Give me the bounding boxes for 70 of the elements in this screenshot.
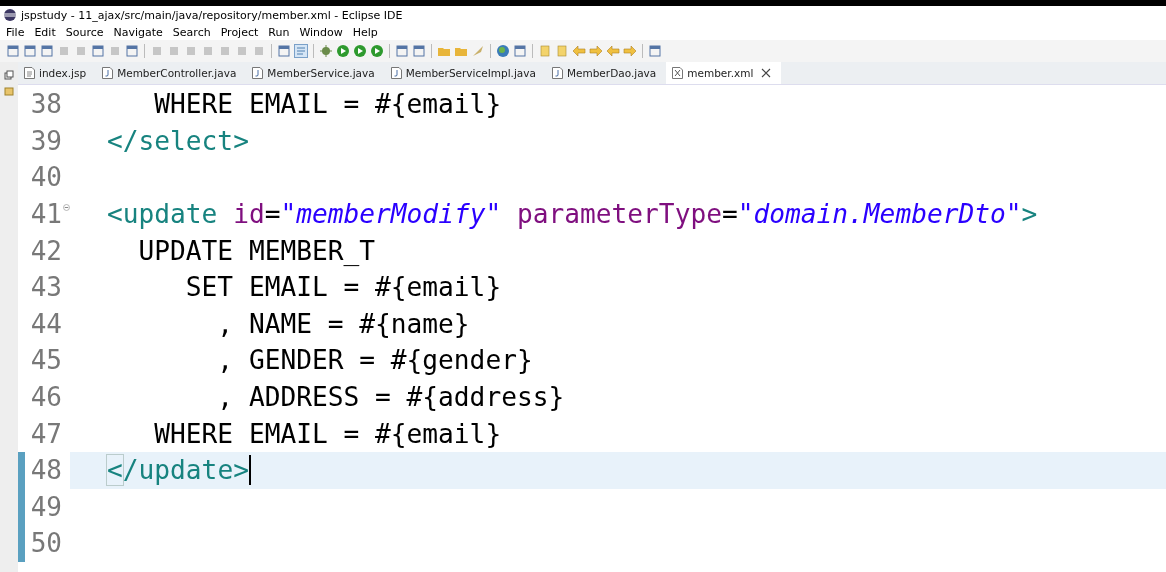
code-line: WHERE EMAIL = #{email}: [153, 418, 502, 449]
line-number: 48: [29, 455, 62, 486]
java-file-icon: [252, 67, 264, 79]
java-file-icon: [102, 67, 114, 79]
toolbar-icon[interactable]: [353, 44, 367, 58]
editor-tab[interactable]: MemberDao.java: [545, 62, 667, 84]
toolbar-icon[interactable]: [91, 44, 105, 58]
code-line: </update>: [107, 455, 249, 486]
toolbar-icon[interactable]: [623, 44, 637, 58]
toolbar-icon[interactable]: [606, 44, 620, 58]
code-line: , ADDRESS = #{address}: [216, 382, 565, 413]
code-line: WHERE EMAIL = #{email}: [153, 89, 502, 120]
menu-item[interactable]: Run: [268, 25, 290, 39]
fold-icon[interactable]: [63, 203, 70, 211]
package-icon[interactable]: [4, 86, 14, 96]
menu-item[interactable]: Help: [352, 25, 378, 39]
toolbar-icon[interactable]: [40, 44, 54, 58]
toolbar-icon[interactable]: [496, 44, 510, 58]
line-number: 42: [29, 235, 62, 266]
toolbar-icon[interactable]: [412, 44, 426, 58]
line-number: 46: [29, 382, 62, 413]
editor-tab[interactable]: MemberController.java: [96, 62, 247, 84]
line-number: 40: [29, 162, 62, 193]
menu-item[interactable]: Project: [220, 25, 259, 39]
window-title: jspstudy - 11_ajax/src/main/java/repository/member.xml - Eclipse IDE: [21, 8, 403, 22]
editor-tab[interactable]: index.jsp: [18, 62, 97, 84]
toolbar-icon[interactable]: [572, 44, 586, 58]
editor-tab[interactable]: MemberServiceImpl.java: [384, 62, 546, 84]
code-line: , NAME = #{name}: [216, 308, 470, 339]
code-line: <update id="memberModify" parameterType="domain.MemberDto">: [107, 199, 1038, 230]
toolbar-icon[interactable]: [648, 44, 662, 58]
toolbar-icon[interactable]: [319, 44, 333, 58]
close-icon[interactable]: [761, 68, 772, 78]
toolbar-icon[interactable]: [125, 44, 139, 58]
toolbar-icon[interactable]: [6, 44, 20, 58]
menu-item[interactable]: Navigate: [113, 25, 163, 39]
line-number: 50: [29, 528, 62, 559]
toolbar-icon[interactable]: [336, 44, 350, 58]
line-number: 38: [29, 89, 62, 120]
code-line: , GENDER = #{gender}: [216, 345, 533, 376]
line-number: 44: [29, 308, 62, 339]
line-number: 49: [29, 491, 62, 522]
text-file-icon: [24, 67, 35, 79]
text-cursor: [248, 455, 251, 486]
line-number: 41: [29, 199, 62, 230]
java-file-icon: [551, 67, 563, 79]
java-file-icon: [390, 67, 402, 79]
editor-tab[interactable]: member.xml: [666, 62, 782, 84]
line-number: 47: [29, 418, 62, 449]
xml-file-icon: [672, 67, 684, 79]
toolbar-icon[interactable]: [23, 44, 37, 58]
line-number: 43: [29, 272, 62, 303]
menu-item[interactable]: Search: [172, 25, 211, 39]
code-line: </select>: [107, 125, 249, 156]
code-line: UPDATE MEMBER_T: [137, 235, 376, 266]
menu-item[interactable]: File: [6, 25, 25, 39]
toolbar-icon[interactable]: [589, 44, 603, 58]
toolbar-icon[interactable]: [513, 44, 527, 58]
restore-icon[interactable]: [4, 70, 14, 80]
toolbar-icon[interactable]: [395, 44, 409, 58]
code-line: SET EMAIL = #{email}: [184, 272, 502, 303]
menu-item[interactable]: Source: [65, 25, 104, 39]
toolbar-icon[interactable]: [294, 44, 308, 58]
menu-item[interactable]: Edit: [34, 25, 56, 39]
line-number: 45: [29, 345, 62, 376]
toolbar-icon[interactable]: [370, 44, 384, 58]
line-number: 39: [29, 125, 62, 156]
editor-tab[interactable]: MemberService.java: [246, 62, 385, 84]
menu-item[interactable]: Window: [299, 25, 343, 39]
toolbar-icon[interactable]: [277, 44, 291, 58]
